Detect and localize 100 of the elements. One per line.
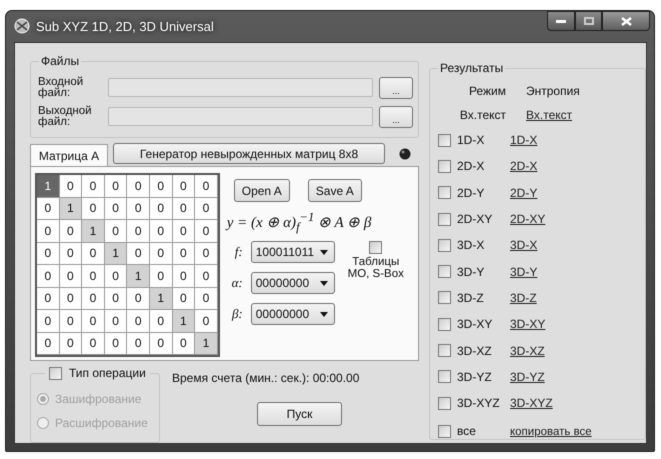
matrix-cell[interactable]: 0 [60,175,82,198]
start-button[interactable]: Пуск [257,402,342,426]
input-entropy-link[interactable]: Вх.текст [526,108,572,122]
matrix-cell[interactable]: 0 [60,242,82,265]
matrix-cell[interactable]: 0 [60,220,82,242]
entropy-link[interactable]: 2D-XY [510,212,546,226]
matrix-button[interactable]: Open A [234,179,290,202]
file-path-field[interactable] [108,107,373,126]
checkbox[interactable] [438,318,451,331]
matrix-cell[interactable]: 0 [172,332,196,355]
matrix-cell[interactable]: 0 [172,265,196,288]
entropy-link[interactable]: 2D-Y [510,186,538,200]
matrix-cell[interactable]: 0 [37,332,60,355]
checkbox[interactable] [369,241,382,254]
matrix-cell[interactable]: 0 [195,310,218,332]
matrix-cell[interactable]: 0 [104,198,128,220]
matrix-cell[interactable]: 0 [127,175,150,198]
copy-all-link[interactable]: копировать все [510,426,592,438]
checkbox[interactable] [438,344,451,358]
close-button[interactable] [602,11,650,31]
parameter-dropdown[interactable]: 100011011 [250,241,335,263]
checkbox[interactable] [438,238,451,252]
matrix-cell[interactable]: 0 [37,242,60,265]
matrix-cell[interactable]: 0 [150,175,173,198]
matrix-cell[interactable]: 0 [172,288,196,310]
entropy-link[interactable]: 3D-XYZ [510,396,553,410]
generator-button[interactable]: Генератор невырожденных матриц 8x8 [113,143,385,164]
browse-button[interactable]: ... [379,76,413,98]
matrix-cell[interactable]: 0 [195,198,218,220]
file-path-field[interactable] [108,78,373,97]
matrix-cell[interactable]: 0 [104,265,128,288]
matrix-cell[interactable]: 0 [82,288,105,310]
matrix-cell[interactable]: 0 [150,265,173,288]
matrix-cell[interactable]: 0 [104,332,128,355]
matrix-cell[interactable]: 0 [127,310,150,332]
entropy-link[interactable]: 3D-XY [510,317,546,332]
browse-button[interactable]: ... [379,106,413,128]
checkbox[interactable] [438,160,451,173]
matrix-cell[interactable]: 0 [82,265,105,288]
entropy-link[interactable]: 2D-X [510,159,538,174]
matrix-cell[interactable]: 0 [150,310,173,332]
matrix-cell[interactable]: 1 [172,310,196,332]
matrix-cell[interactable]: 0 [82,198,105,220]
matrix-cell[interactable]: 0 [60,310,82,332]
checkbox[interactable] [49,366,62,380]
minimize-button[interactable] [547,11,575,31]
matrix-cell[interactable]: 0 [172,242,196,265]
matrix-cell[interactable]: 0 [37,265,60,288]
matrix-cell[interactable]: 0 [195,220,218,242]
entropy-link[interactable]: 3D-Z [510,290,537,305]
matrix-cell[interactable]: 1 [82,220,105,242]
matrix-cell[interactable]: 0 [195,242,218,265]
matrix-cell[interactable]: 0 [60,265,82,288]
matrix-cell[interactable]: 0 [82,242,105,265]
checkbox[interactable] [438,396,451,410]
entropy-link[interactable]: 3D-YZ [510,370,545,384]
matrix-cell[interactable]: 0 [150,242,173,265]
matrix-cell[interactable]: 0 [37,288,60,310]
matrix-cell[interactable]: 0 [37,220,60,242]
matrix-cell[interactable]: 0 [37,310,60,332]
matrix-cell[interactable]: 1 [104,242,128,265]
matrix-cell[interactable]: 1 [37,175,60,198]
matrix-cell[interactable]: 0 [150,198,173,220]
checkbox[interactable] [438,186,451,200]
matrix-cell[interactable]: 0 [172,198,196,220]
matrix-cell[interactable]: 1 [60,198,82,220]
entropy-link[interactable]: 3D-Y [510,264,538,279]
matrix-button[interactable]: Save A [308,179,362,202]
matrix-cell[interactable]: 0 [82,332,105,355]
matrix-cell[interactable]: 0 [127,288,150,310]
checkbox[interactable] [438,424,451,438]
matrix-cell[interactable]: 1 [127,265,150,288]
matrix-cell[interactable]: 0 [60,332,82,355]
matrix-cell[interactable]: 0 [60,288,82,310]
entropy-link[interactable]: 3D-X [510,238,538,252]
checkbox[interactable] [438,291,451,304]
tab[interactable]: Матрица А [30,144,108,166]
matrix-cell[interactable]: 0 [127,198,150,220]
entropy-link[interactable]: 1D-X [510,133,538,148]
matrix-cell[interactable]: 1 [195,332,218,355]
matrix-cell[interactable]: 0 [104,220,128,242]
matrix-cell[interactable]: 0 [127,242,150,265]
matrix-cell[interactable]: 0 [37,198,60,220]
checkbox[interactable] [438,134,451,147]
matrix-cell[interactable]: 0 [172,220,196,242]
parameter-dropdown[interactable]: 00000000 [250,303,335,325]
matrix-cell[interactable]: 0 [127,332,150,355]
parameter-dropdown[interactable]: 00000000 [250,272,335,294]
entropy-link[interactable]: 3D-XZ [510,344,545,358]
matrix-cell[interactable]: 1 [150,288,173,310]
matrix-cell[interactable]: 0 [82,310,105,332]
matrix-cell[interactable]: 0 [104,310,128,332]
matrix-cell[interactable]: 0 [195,288,218,310]
checkbox[interactable] [438,212,451,226]
matrix-cell[interactable]: 0 [172,175,196,198]
checkbox[interactable] [438,370,451,384]
matrix-cell[interactable]: 0 [195,175,218,198]
maximize-button[interactable] [575,11,602,31]
matrix-cell[interactable]: 0 [150,220,173,242]
matrix-cell[interactable]: 0 [195,265,218,288]
